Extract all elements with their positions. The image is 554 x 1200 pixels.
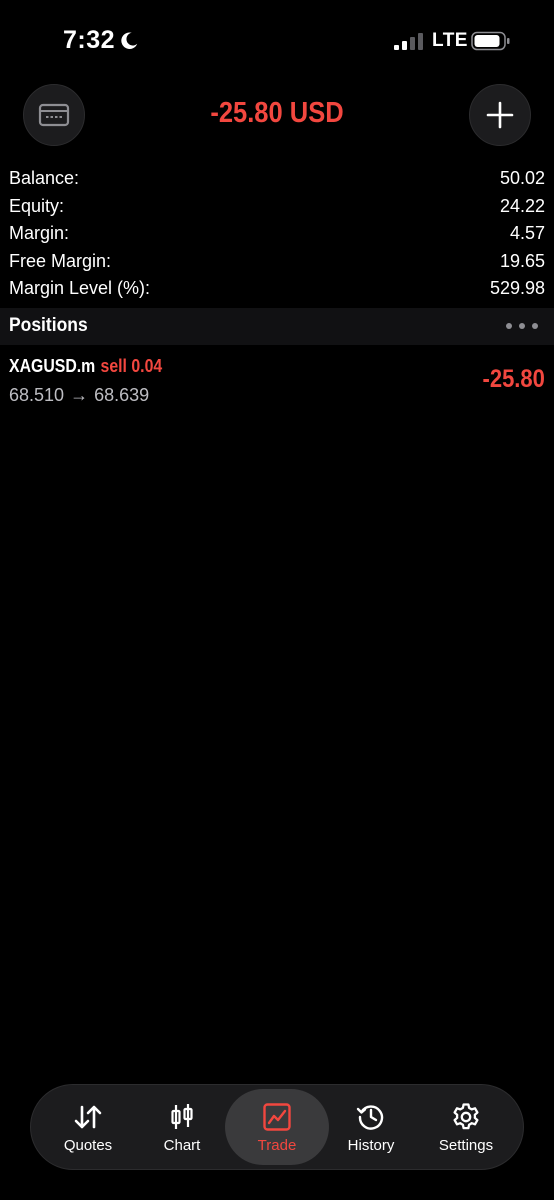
tab-history-label: History	[347, 1136, 395, 1154]
free-margin-value: 19.65	[499, 250, 545, 271]
tab-chart[interactable]: Chart	[130, 1089, 234, 1165]
positions-section-header: Positions	[0, 308, 554, 345]
history-clock-icon	[356, 1104, 384, 1130]
balance-value: 50.02	[499, 168, 545, 188]
tab-chart-label: Chart	[163, 1136, 201, 1154]
arrow-right-icon: →	[70, 385, 89, 405]
equity-label: Equity:	[9, 195, 65, 216]
tab-history[interactable]: History	[319, 1089, 423, 1165]
position-prices: 68.510 → 68.639	[9, 385, 149, 406]
tab-settings-label: Settings	[438, 1136, 494, 1154]
summary-row-margin: Margin: 4.57	[9, 220, 545, 248]
position-symbol-line: XAGUSD.m sell 0.04	[9, 356, 162, 377]
more-dot-icon	[532, 323, 538, 329]
positions-title: Positions	[9, 315, 88, 336]
summary-row-free-margin: Free Margin: 19.65	[9, 248, 545, 276]
position-symbol: XAGUSD.m	[9, 356, 96, 376]
floating-profit-title: -25.80 USD	[210, 97, 344, 129]
open-price: 68.510	[9, 385, 65, 405]
tab-bar: Quotes Chart Trade History Settings	[30, 1084, 524, 1170]
status-time: 7:32	[63, 26, 116, 54]
tab-trade[interactable]: Trade	[225, 1089, 329, 1165]
free-margin-label: Free Margin:	[9, 250, 112, 271]
position-profit: -25.80	[482, 365, 545, 393]
position-row[interactable]: XAGUSD.m sell 0.04 68.510 → 68.639 -25.80	[0, 352, 554, 412]
summary-row-balance: Balance: 50.02	[9, 165, 545, 193]
margin-level-label: Margin Level (%):	[9, 278, 151, 298]
margin-label: Margin:	[9, 223, 70, 243]
more-dot-icon	[519, 323, 525, 329]
current-price: 68.639	[94, 385, 150, 405]
candlestick-icon	[171, 1103, 193, 1129]
battery-icon	[471, 31, 510, 51]
plus-icon	[486, 101, 514, 129]
quotes-arrows-icon	[74, 1105, 102, 1128]
add-order-button[interactable]	[469, 84, 531, 146]
equity-value: 24.22	[499, 195, 545, 216]
margin-level-value: 529.98	[489, 278, 545, 298]
tab-trade-label: Trade	[257, 1136, 297, 1154]
summary-row-equity: Equity: 24.22	[9, 193, 545, 221]
tab-quotes[interactable]: Quotes	[36, 1089, 140, 1165]
position-side: sell	[100, 356, 127, 376]
tab-quotes-label: Quotes	[63, 1136, 113, 1154]
summary-row-margin-level: Margin Level (%): 529.98	[9, 275, 545, 303]
network-label: LTE	[432, 30, 468, 51]
status-bar: 7:32 LTE	[0, 0, 554, 84]
balance-label: Balance:	[9, 168, 80, 188]
trade-chart-icon	[263, 1102, 291, 1131]
moon-icon	[121, 32, 138, 49]
tab-settings[interactable]: Settings	[414, 1089, 518, 1165]
margin-value: 4.57	[509, 223, 545, 243]
signal-icon	[394, 33, 423, 50]
more-dot-icon	[506, 323, 512, 329]
header: -25.80 USD	[0, 84, 554, 146]
more-options-button[interactable]	[506, 316, 538, 336]
position-volume: 0.04	[131, 356, 163, 376]
account-summary: Balance: 50.02 Equity: 24.22 Margin: 4.5…	[9, 165, 545, 303]
gear-icon	[453, 1102, 479, 1129]
